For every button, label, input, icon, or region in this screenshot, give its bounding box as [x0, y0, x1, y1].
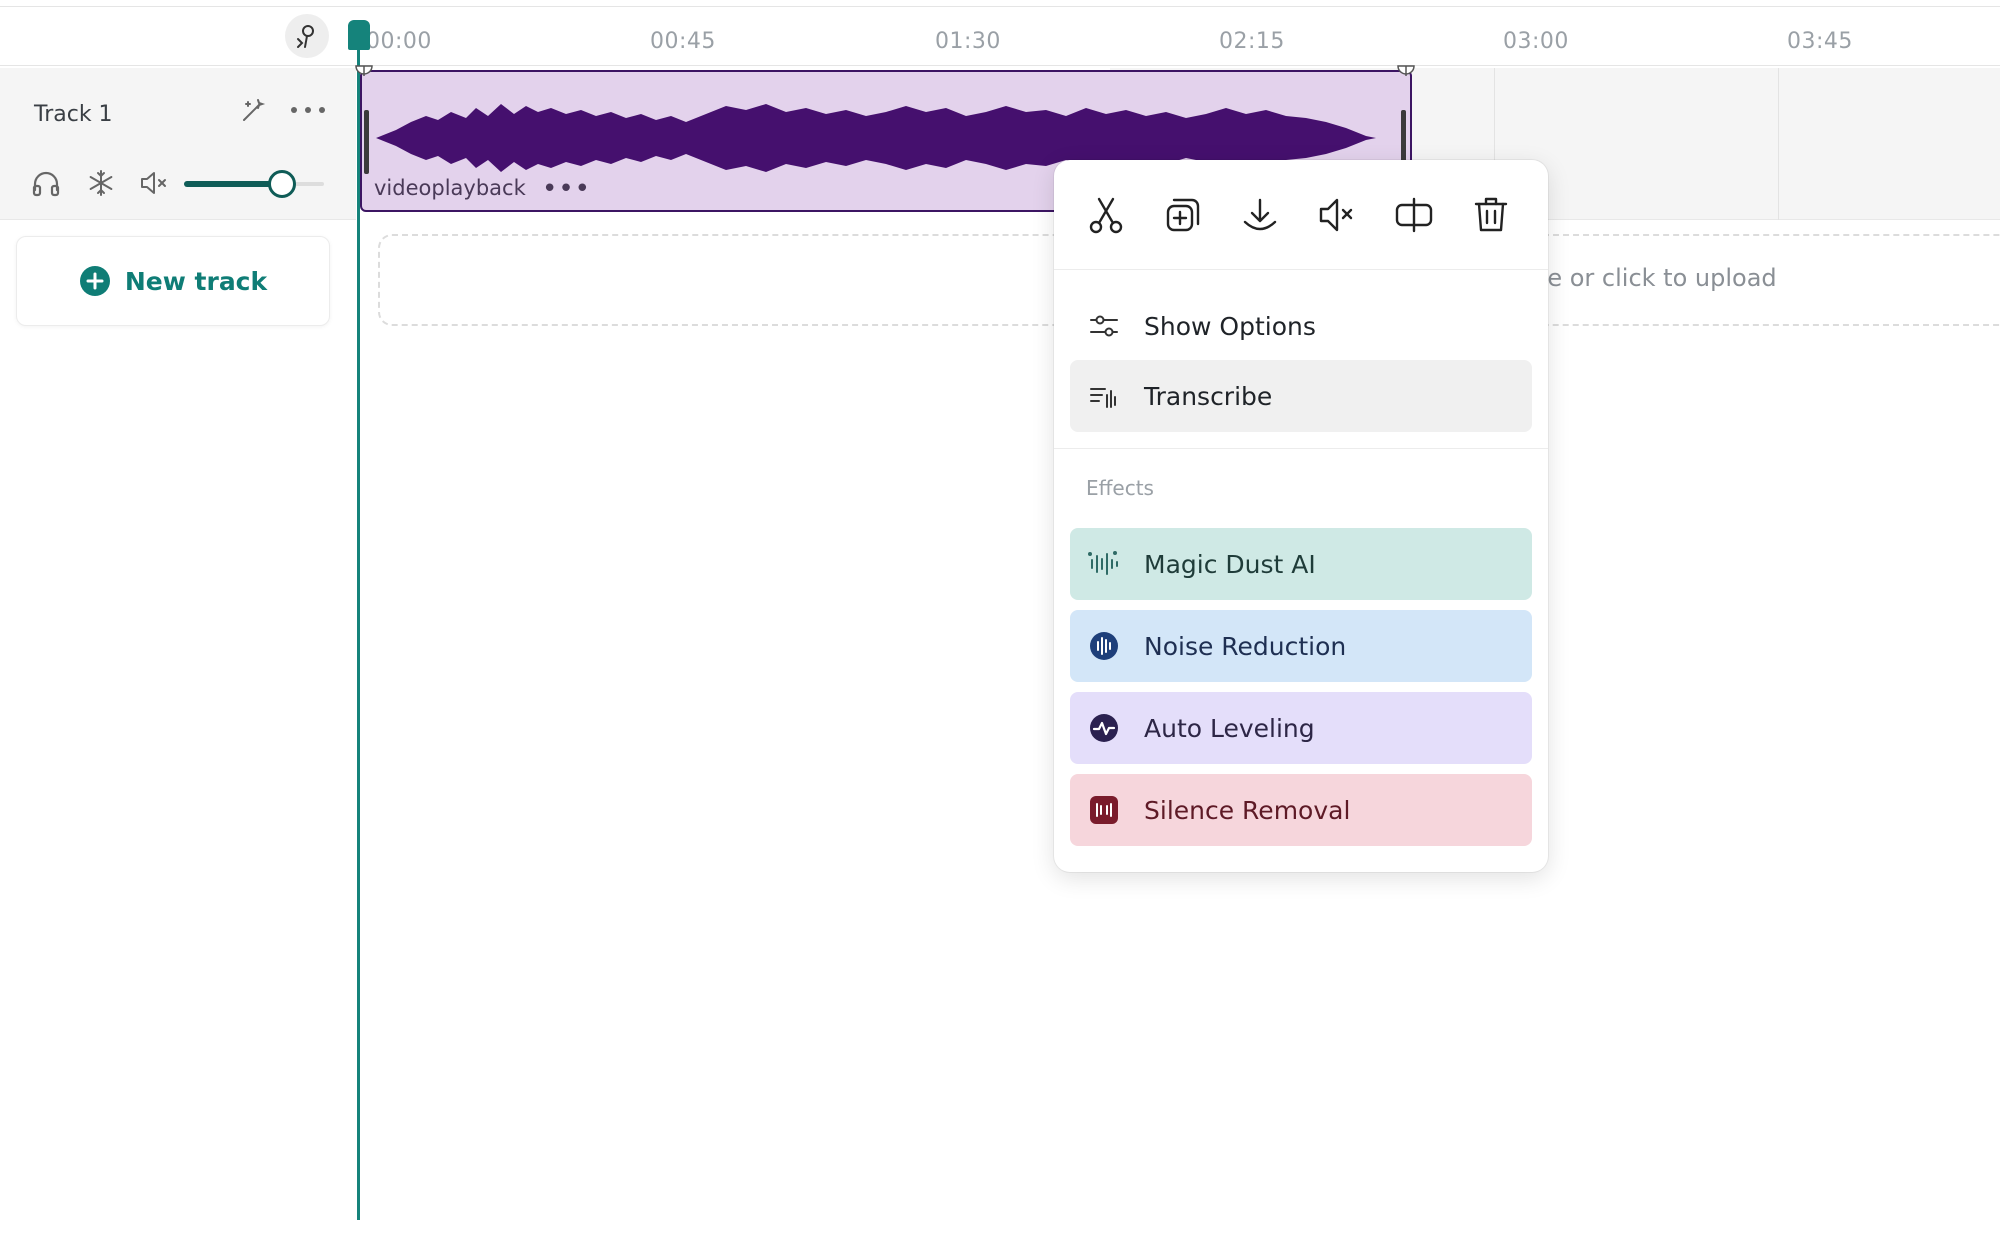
mute-clip-button[interactable] [1315, 193, 1359, 237]
clip-name: videoplayback [374, 176, 526, 200]
transcribe-icon [1090, 388, 1116, 408]
new-track-button[interactable]: New track [16, 236, 330, 326]
headphones-icon[interactable] [30, 168, 62, 198]
clip-trim-handle-left[interactable] [364, 110, 369, 174]
freeze-snowflake-icon[interactable] [86, 168, 116, 198]
ruler-tick: 02:15 [1219, 29, 1285, 54]
download-icon [1243, 198, 1277, 230]
effect-silence-removal[interactable]: Silence Removal [1070, 774, 1532, 846]
clip-context-menu: Show Options Transcribe Effects Magic Du… [1054, 160, 1548, 872]
noise-reduction-icon [1090, 632, 1118, 660]
volume-slider-thumb[interactable] [268, 170, 296, 198]
download-button[interactable] [1238, 193, 1282, 237]
effect-label: Silence Removal [1144, 795, 1351, 825]
magic-wand-icon[interactable] [240, 96, 268, 124]
split-icon [1395, 197, 1433, 232]
context-menu-toolbar [1054, 160, 1548, 270]
menu-divider [1054, 448, 1548, 449]
ruler-tick: 03:00 [1503, 29, 1569, 54]
playhead-handle[interactable] [348, 20, 370, 50]
effect-label: Auto Leveling [1144, 713, 1315, 743]
cut-button[interactable] [1084, 193, 1128, 237]
effect-magic-dust-ai[interactable]: Magic Dust AI [1070, 528, 1532, 600]
volume-slider[interactable] [184, 170, 324, 198]
snap-toggle-button[interactable] [285, 14, 329, 58]
scissors-icon [1089, 197, 1123, 233]
magnet-pin-icon [297, 25, 314, 48]
ruler-tick: 00:00 [366, 29, 432, 54]
new-track-label: New track [124, 266, 268, 296]
transcribe-item[interactable]: Transcribe [1070, 360, 1532, 432]
effect-auto-leveling[interactable]: Auto Leveling [1070, 692, 1532, 764]
ruler-tick: 03:45 [1787, 29, 1853, 54]
mute-icon[interactable] [138, 168, 170, 198]
sliders-icon [1090, 315, 1118, 337]
mute-icon [1319, 198, 1353, 231]
silence-removal-icon [1090, 796, 1118, 824]
more-options-icon[interactable] [288, 104, 328, 116]
effect-noise-reduction[interactable]: Noise Reduction [1070, 610, 1532, 682]
clip-more-button[interactable]: ••• [542, 174, 591, 204]
track-name[interactable]: Track 1 [34, 102, 113, 127]
ruler-tick: 00:45 [650, 29, 716, 54]
duplicate-icon [1166, 198, 1200, 231]
fade-in-handle-icon[interactable] [354, 62, 374, 84]
duplicate-button[interactable] [1161, 193, 1205, 237]
plus-circle-icon [79, 266, 110, 296]
show-options-label: Show Options [1144, 311, 1316, 341]
fade-out-handle-icon[interactable] [1396, 62, 1416, 84]
effect-label: Noise Reduction [1144, 631, 1347, 661]
sparkle-waveform-icon [1088, 551, 1118, 575]
split-button[interactable] [1392, 193, 1436, 237]
upload-drop-text: re or click to upload [1538, 264, 1777, 292]
ruler-tick: 01:30 [935, 29, 1001, 54]
playhead-line [357, 30, 360, 1220]
transcribe-label: Transcribe [1144, 381, 1273, 411]
trash-icon [1474, 197, 1508, 231]
show-options-item[interactable]: Show Options [1070, 290, 1532, 362]
effect-label: Magic Dust AI [1144, 549, 1316, 579]
grid-line [1778, 68, 1779, 220]
delete-button[interactable] [1469, 193, 1513, 237]
auto-leveling-icon [1090, 714, 1118, 742]
track-header: Track 1 [0, 68, 356, 220]
effects-section-header: Effects [1086, 476, 1154, 500]
